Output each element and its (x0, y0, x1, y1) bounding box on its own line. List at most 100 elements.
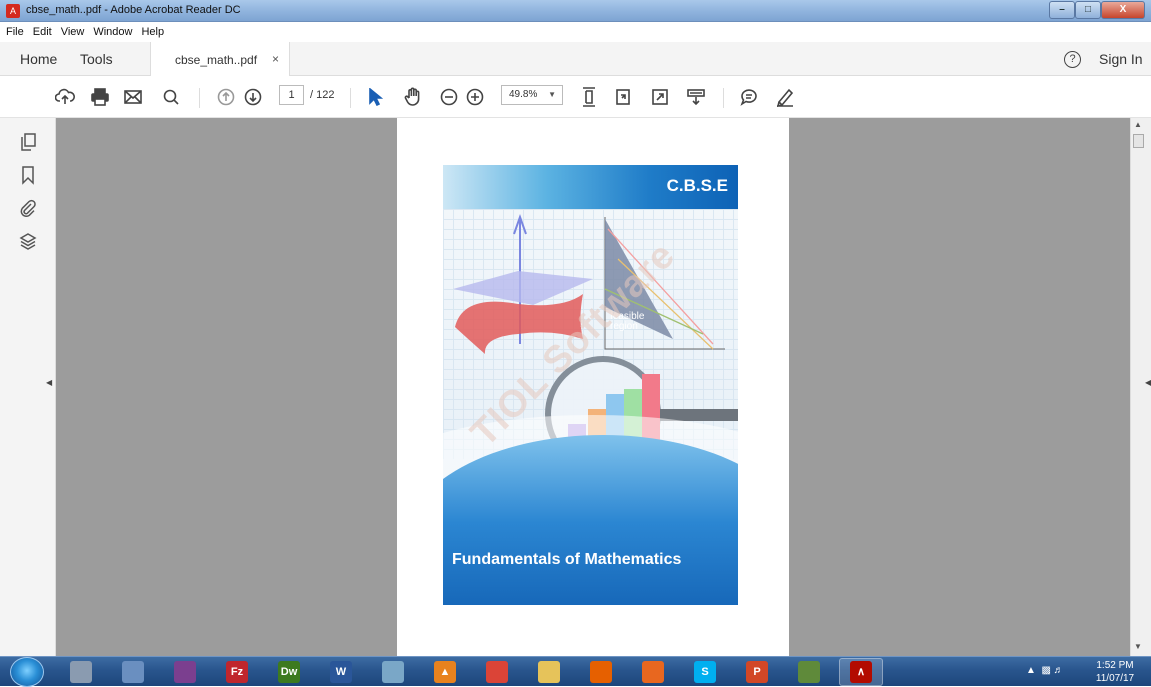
navigation-panel: ◀ (0, 118, 56, 656)
zoom-out-icon[interactable] (438, 86, 460, 108)
cover-wave (443, 435, 738, 605)
acrobat-window: A cbse_math..pdf - Adobe Acrobat Reader … (0, 0, 1151, 687)
fit-page-icon[interactable] (578, 86, 600, 108)
hand-tool-icon[interactable] (401, 86, 425, 108)
skype-icon: S (694, 661, 716, 683)
select-cursor-icon[interactable] (364, 86, 386, 108)
sign-in-link[interactable]: Sign In (1099, 51, 1143, 67)
maximize-button[interactable]: □ (1075, 1, 1101, 19)
taskbar-app-skype[interactable]: S (683, 658, 727, 686)
menu-window[interactable]: Window (93, 26, 132, 38)
menu-help[interactable]: Help (141, 26, 164, 38)
taskbar-app-vlc[interactable]: ▲ (423, 658, 467, 686)
cover-header-text: C.B.S.E (666, 176, 728, 195)
cover-image: C.B.S.E feasible region TIOL Software Fu… (443, 165, 738, 605)
right-panel-edge: ◀ (1145, 118, 1151, 656)
collapse-left-panel-icon[interactable]: ◀ (46, 378, 52, 387)
start-button[interactable] (10, 657, 44, 687)
menu-view[interactable]: View (61, 26, 85, 38)
taskbar-app-chrome[interactable] (475, 658, 519, 686)
taskbar-app-filezilla[interactable]: Fz (215, 658, 259, 686)
tab-tools[interactable]: Tools (80, 51, 113, 67)
expand-right-panel-icon[interactable]: ◀ (1145, 378, 1151, 387)
tab-document-label: cbse_math..pdf (175, 53, 258, 67)
menu-edit[interactable]: Edit (33, 26, 52, 38)
print-icon[interactable] (89, 86, 111, 108)
highlight-pen-icon[interactable] (774, 86, 796, 108)
word-icon: W (330, 661, 352, 683)
photo-app-icon (798, 661, 820, 683)
taskbar-app-photo-app[interactable] (787, 658, 831, 686)
search-icon[interactable] (160, 86, 182, 108)
powerpoint-icon: P (746, 661, 768, 683)
minimize-button[interactable]: – (1049, 1, 1075, 19)
taskbar-app-paint[interactable] (111, 658, 155, 686)
previous-page-icon[interactable] (215, 86, 237, 108)
camera-app-icon (642, 661, 664, 683)
tab-document[interactable]: cbse_math..pdf × (150, 42, 290, 76)
scroll-up-icon[interactable]: ▲ (1134, 120, 1142, 129)
zoom-select[interactable]: 49.8% ▼ (501, 85, 563, 105)
vlc-icon: ▲ (434, 661, 456, 683)
toolbar (0, 76, 1151, 118)
scroll-down-icon[interactable]: ▼ (1134, 642, 1142, 651)
page-number-input[interactable]: 1 (279, 85, 304, 105)
notepad-icon (382, 661, 404, 683)
zoom-value: 49.8% (509, 89, 538, 100)
toolbar-divider (199, 88, 200, 108)
winrar-icon (174, 661, 196, 683)
tab-bar: Home Tools cbse_math..pdf × ? Sign In (0, 42, 1151, 76)
taskbar-app-dreamweaver[interactable]: Dw (267, 658, 311, 686)
pdf-page: C.B.S.E feasible region TIOL Software Fu… (397, 118, 789, 656)
title-bar: A cbse_math..pdf - Adobe Acrobat Reader … (0, 0, 1151, 22)
tray-icons[interactable]: ▲ ▩ ♬ (1026, 665, 1064, 676)
clock-date: 11/07/17 (1095, 673, 1135, 684)
toolbar-divider (350, 88, 351, 108)
vertical-scrollbar[interactable]: ▲ ▼ (1130, 118, 1145, 656)
toolbar-divider (723, 88, 724, 108)
acrobat-icon: ∧ (850, 661, 872, 683)
dreamweaver-icon: Dw (278, 661, 300, 683)
bookmarks-icon[interactable] (18, 165, 38, 185)
windows-taskbar: Fz Dw W ▲ S P ∧ ▲ ▩ ♬ 1:52 PM 11/07/17 (0, 656, 1151, 687)
taskbar-app-powerpoint[interactable]: P (735, 658, 779, 686)
tab-close-icon[interactable]: × (272, 52, 279, 66)
taskbar-app-firefox[interactable] (579, 658, 623, 686)
taskbar-app-notepad[interactable] (371, 658, 415, 686)
document-view[interactable]: C.B.S.E feasible region TIOL Software Fu… (56, 118, 1130, 656)
menu-file[interactable]: File (6, 26, 24, 38)
page-thumbnails-icon[interactable] (18, 132, 38, 152)
zoom-in-icon[interactable] (464, 86, 486, 108)
taskbar-app-word[interactable]: W (319, 658, 363, 686)
taskbar-app-camera-app[interactable] (631, 658, 675, 686)
taskbar-app-calculator[interactable] (59, 658, 103, 686)
email-icon[interactable] (122, 86, 144, 108)
calculator-icon (70, 661, 92, 683)
upload-cloud-icon[interactable] (54, 86, 76, 108)
scroll-thumb[interactable] (1133, 134, 1144, 148)
explorer-icon (538, 661, 560, 683)
page-total: / 122 (310, 89, 335, 101)
chevron-down-icon: ▼ (548, 90, 556, 99)
rotate-page-icon[interactable] (612, 86, 634, 108)
chrome-icon (486, 661, 508, 683)
full-screen-icon[interactable] (649, 86, 671, 108)
system-tray: ▲ ▩ ♬ 1:52 PM 11/07/17 (1020, 657, 1151, 687)
layers-icon[interactable] (18, 231, 38, 251)
comment-icon[interactable] (738, 86, 760, 108)
attachments-icon[interactable] (18, 198, 38, 218)
window-controls: – □ X (1049, 1, 1145, 19)
clock[interactable]: 1:52 PM 11/07/17 (1092, 659, 1138, 685)
taskbar-app-winrar[interactable] (163, 658, 207, 686)
read-mode-icon[interactable] (684, 86, 708, 108)
help-icon[interactable]: ? (1064, 51, 1081, 68)
firefox-icon (590, 661, 612, 683)
paint-icon (122, 661, 144, 683)
next-page-icon[interactable] (242, 86, 264, 108)
taskbar-app-acrobat[interactable]: ∧ (839, 658, 883, 686)
menu-bar: File Edit View Window Help (0, 22, 1151, 42)
cover-title: Fundamentals of Mathematics (452, 551, 682, 568)
tab-home[interactable]: Home (20, 51, 57, 67)
taskbar-app-explorer[interactable] (527, 658, 571, 686)
close-button[interactable]: X (1101, 1, 1145, 19)
